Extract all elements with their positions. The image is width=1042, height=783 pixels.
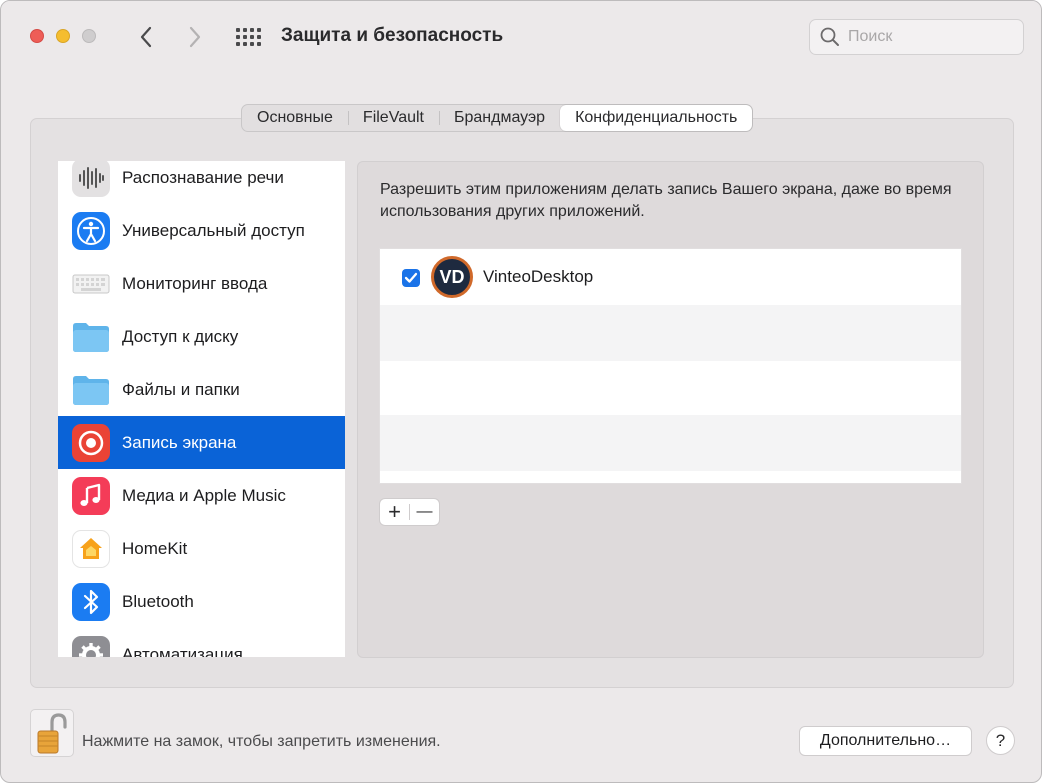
tab-general[interactable]: Основные <box>242 105 348 131</box>
minimize-button[interactable] <box>56 29 70 43</box>
sidebar-item-accessibility[interactable]: Универсальный доступ <box>58 204 345 257</box>
lock-button[interactable] <box>30 709 74 757</box>
zoom-button[interactable] <box>82 29 96 43</box>
sidebar-item-speech-recognition[interactable]: Распознавание речи <box>58 161 345 204</box>
search-field[interactable] <box>809 19 1024 55</box>
app-checkbox[interactable] <box>402 269 420 287</box>
accessibility-icon <box>72 211 110 250</box>
app-name: VinteoDesktop <box>483 267 594 286</box>
grid-icon <box>236 28 261 46</box>
help-button[interactable]: ? <box>986 726 1015 755</box>
forward-button[interactable] <box>183 23 207 51</box>
sidebar-item-media-apple-music[interactable]: Медиа и Apple Music <box>58 469 345 522</box>
sidebar-item-input-monitoring[interactable]: Мониторинг ввода <box>58 257 345 310</box>
window-title: Защита и безопасность <box>281 25 504 46</box>
sidebar-item-label: Универсальный доступ <box>122 220 305 240</box>
folder-icon <box>72 371 110 409</box>
toolbar: Защита и безопасность <box>1 1 1041 73</box>
music-note-icon <box>72 476 110 515</box>
search-input[interactable] <box>848 28 998 46</box>
system-preferences-window: Защита и безопасность Основные FileVault… <box>0 0 1042 783</box>
vinteo-app-icon: VD <box>431 256 473 298</box>
sidebar-item-screen-recording[interactable]: Запись экрана <box>58 416 345 469</box>
sidebar-item-label: Запись экрана <box>122 432 237 452</box>
add-remove-control: + — <box>379 498 440 526</box>
search-icon <box>820 27 839 46</box>
waveform-icon <box>72 161 110 197</box>
folder-icon <box>72 318 110 356</box>
lock-icon <box>37 713 67 754</box>
table-row <box>380 305 961 361</box>
gear-icon <box>72 635 110 657</box>
sidebar-item-files-and-folders[interactable]: Файлы и папки <box>58 363 345 416</box>
tab-bar: Основные FileVault Брандмауэр Конфиденци… <box>241 104 754 132</box>
chevron-left-icon <box>140 26 152 48</box>
sidebar-item-label: Мониторинг ввода <box>122 273 268 293</box>
add-app-button[interactable]: + <box>380 499 409 525</box>
checkmark-icon <box>404 272 418 283</box>
keyboard-icon <box>72 265 110 303</box>
sidebar-item-label: Распознавание речи <box>122 167 284 187</box>
sidebar-item-label: Медиа и Apple Music <box>122 485 286 505</box>
tab-privacy[interactable]: Конфиденциальность <box>560 105 753 131</box>
sidebar-item-full-disk-access[interactable]: Доступ к диску <box>58 310 345 363</box>
chevron-right-icon <box>189 26 201 48</box>
privacy-category-list[interactable]: Распознавание речи Универсальный доступ … <box>58 161 345 657</box>
sidebar-item-label: Доступ к диску <box>122 326 239 346</box>
sidebar-item-label: Bluetooth <box>122 591 194 611</box>
sidebar-item-automation[interactable]: Автоматизация <box>58 628 345 657</box>
advanced-button[interactable]: Дополнительно… <box>799 726 972 756</box>
tab-firewall[interactable]: Брандмауэр <box>438 105 560 131</box>
sidebar-item-homekit[interactable]: HomeKit <box>58 522 345 575</box>
bluetooth-icon <box>72 582 110 621</box>
sidebar-item-label: HomeKit <box>122 538 188 558</box>
sidebar-item-label: Файлы и папки <box>122 379 240 399</box>
tab-filevault[interactable]: FileVault <box>347 105 439 131</box>
table-row <box>380 415 961 471</box>
table-row[interactable]: VD VinteoDesktop <box>380 249 961 305</box>
table-row <box>380 360 961 416</box>
lock-status-text: Нажмите на замок, чтобы запретить измене… <box>82 733 441 750</box>
sidebar-item-label: Автоматизация <box>122 644 243 658</box>
panel-description: Разрешить этим приложениям делать запись… <box>380 181 952 220</box>
show-all-button[interactable] <box>234 26 262 48</box>
sidebar-item-bluetooth[interactable]: Bluetooth <box>58 575 345 628</box>
back-button[interactable] <box>134 23 158 51</box>
home-icon <box>72 529 110 568</box>
screen-record-icon <box>72 423 110 462</box>
close-button[interactable] <box>30 29 44 43</box>
remove-app-button[interactable]: — <box>410 499 439 525</box>
app-list[interactable]: VD VinteoDesktop <box>379 248 962 484</box>
